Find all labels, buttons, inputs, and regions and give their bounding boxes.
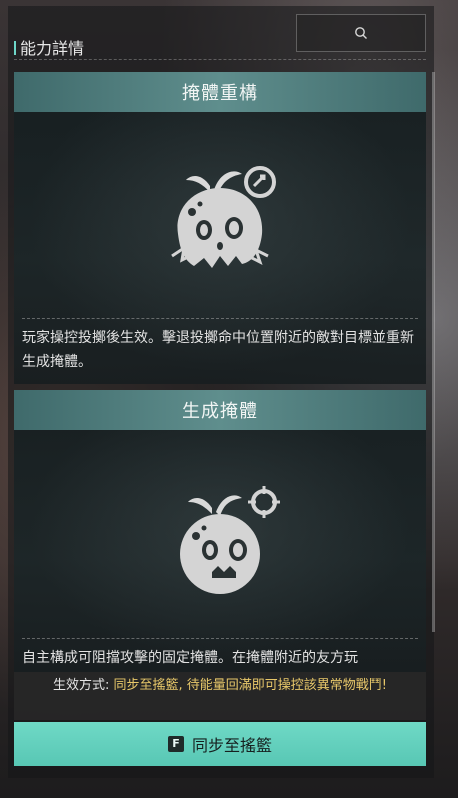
card-title: 生成掩體 (14, 390, 426, 430)
key-hint-f: F (167, 736, 184, 752)
cover-rebuild-icon (164, 164, 280, 288)
effect-label: 生效方式: (52, 678, 110, 693)
header-divider (14, 59, 426, 60)
card-divider (22, 318, 418, 319)
panel-header: 能力詳情 (8, 6, 434, 60)
card-description: 玩家操控投擲後生效。擊退投擲命中位置附近的敵對目標並重新生成掩體。 (22, 330, 414, 370)
search-icon (354, 26, 368, 40)
card-divider (22, 638, 418, 639)
cover-spawn-icon (172, 486, 282, 600)
search-button[interactable] (296, 14, 426, 52)
card-body: 玩家操控投擲後生效。擊退投擲命中位置附近的敵對目標並重新生成掩體。 (14, 112, 426, 384)
effect-info: 生效方式: 同步至搖籃, 待能量回滿即可操控該異常物戰鬥! (14, 672, 426, 720)
ability-card-cover-rebuild: 掩體重構 玩家操控投擲後生效。擊退投擲命中位置附近的敵對目標並重新生成掩體。 (14, 72, 426, 384)
card-description: 自主構成可阻擋攻擊的固定掩體。在掩體附近的友方玩 (22, 650, 358, 666)
ability-details-panel: 能力詳情 掩體重構 玩家操控投擲後生效。擊退投擲命中位置附近的敵對目標並重新生成… (8, 6, 435, 778)
ability-card-cover-spawn: 生成掩體 自主構成可阻擋攻擊的固定掩體。在掩體附近的友方玩 (14, 390, 426, 672)
header-accent-bar (14, 41, 16, 55)
sync-to-cradle-button[interactable]: F 同步至搖籃 (14, 722, 426, 766)
scrollbar[interactable] (432, 72, 435, 632)
card-title: 掩體重構 (14, 72, 426, 112)
effect-text: 同步至搖籃, 待能量回滿即可操控該異常物戰鬥! (113, 678, 387, 693)
sync-button-label: 同步至搖籃 (191, 736, 272, 755)
card-body: 自主構成可阻擋攻擊的固定掩體。在掩體附近的友方玩 (14, 430, 426, 672)
panel-title: 能力詳情 (20, 39, 85, 58)
